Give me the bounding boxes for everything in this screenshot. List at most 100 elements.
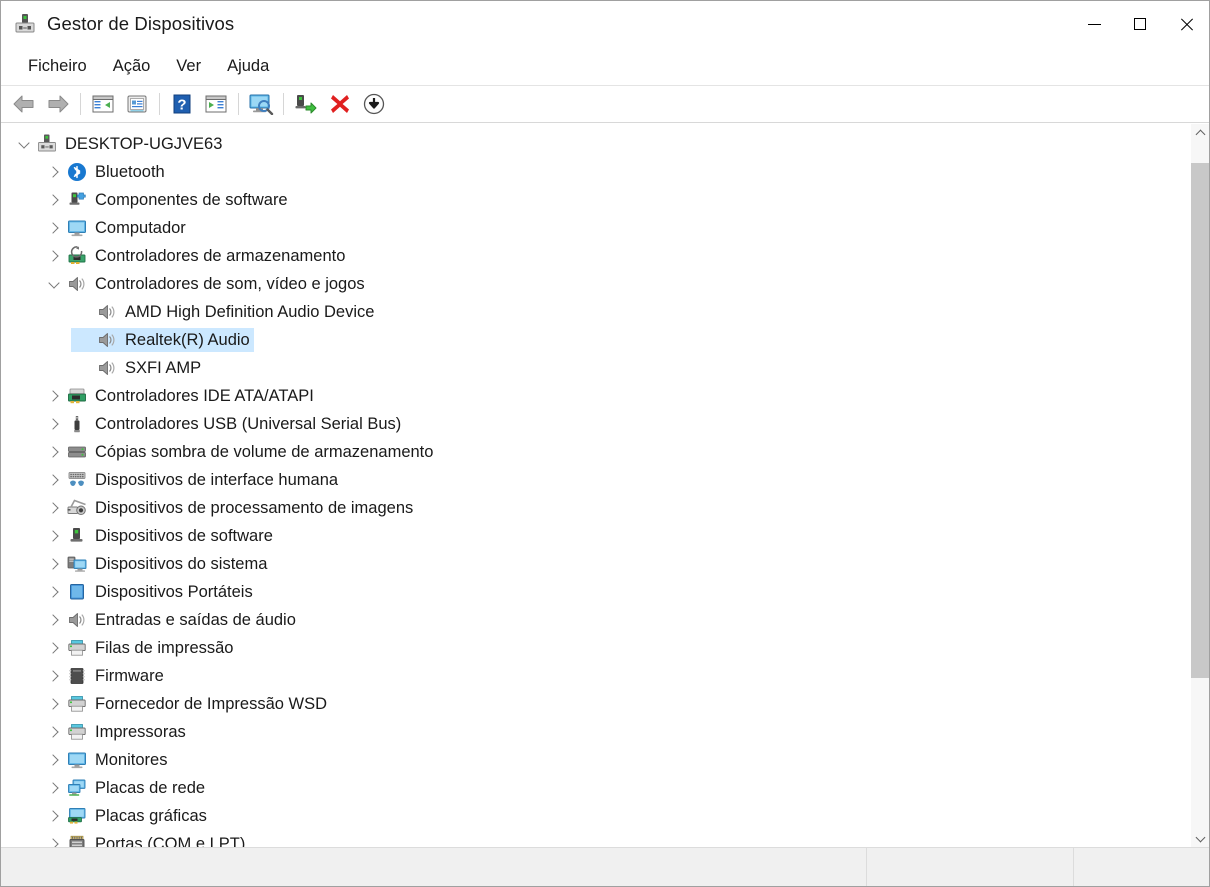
- expander-collapsed-8[interactable]: [41, 384, 67, 408]
- tree-row-9[interactable]: Controladores USB (Universal Serial Bus): [1, 410, 1190, 438]
- tree-row-inner[interactable]: DESKTOP-UGJVE63: [11, 132, 226, 156]
- tree-row-2[interactable]: Computador: [1, 214, 1190, 242]
- tree-row-inner[interactable]: Placas de rede: [41, 776, 209, 800]
- tree-row-root[interactable]: DESKTOP-UGJVE63: [1, 130, 1190, 158]
- tree-row-14[interactable]: Dispositivos do sistema: [1, 550, 1190, 578]
- menu-ficheiro[interactable]: Ficheiro: [15, 54, 100, 79]
- expander-collapsed-12[interactable]: [41, 496, 67, 520]
- tree-row-17[interactable]: Filas de impressão: [1, 634, 1190, 662]
- expander-collapsed-15[interactable]: [41, 580, 67, 604]
- tree-row-inner[interactable]: Dispositivos do sistema: [41, 552, 271, 576]
- tree-row-8[interactable]: Controladores IDE ATA/ATAPI: [1, 382, 1190, 410]
- tree-row-6[interactable]: Realtek(R) Audio: [1, 326, 1190, 354]
- tree-row-16[interactable]: Entradas e saídas de áudio: [1, 606, 1190, 634]
- expander-collapsed-18[interactable]: [41, 664, 67, 688]
- tree-row-5[interactable]: AMD High Definition Audio Device: [1, 298, 1190, 326]
- vertical-scrollbar[interactable]: [1190, 124, 1209, 847]
- tree-row-22[interactable]: Placas de rede: [1, 774, 1190, 802]
- expander-collapsed-1[interactable]: [41, 188, 67, 212]
- expander-collapsed-10[interactable]: [41, 440, 67, 464]
- expander-expanded-4[interactable]: [41, 272, 67, 296]
- expander-collapsed-0[interactable]: [41, 160, 67, 184]
- show-action-pane-button[interactable]: [199, 89, 233, 119]
- menu-acao[interactable]: Ação: [100, 54, 164, 79]
- expander-collapsed-14[interactable]: [41, 552, 67, 576]
- expander-down-root[interactable]: [11, 132, 37, 156]
- forward-button[interactable]: [41, 89, 75, 119]
- tree-row-inner[interactable]: Cópias sombra de volume de armazenamento: [41, 440, 437, 464]
- tree-row-inner[interactable]: Dispositivos de interface humana: [41, 468, 342, 492]
- tree-row-20[interactable]: Impressoras: [1, 718, 1190, 746]
- tree-row-inner[interactable]: Entradas e saídas de áudio: [41, 608, 300, 632]
- expander-collapsed-20[interactable]: [41, 720, 67, 744]
- tree-row-label: Monitores: [95, 752, 167, 769]
- tree-row-15[interactable]: Dispositivos Portáteis: [1, 578, 1190, 606]
- tree-row-inner[interactable]: Dispositivos de processamento de imagens: [41, 496, 417, 520]
- tree-row-18[interactable]: Firmware: [1, 662, 1190, 690]
- properties-button[interactable]: [120, 89, 154, 119]
- tree-row-inner[interactable]: SXFI AMP: [71, 356, 205, 380]
- tree-row-11[interactable]: Dispositivos de interface humana: [1, 466, 1190, 494]
- update-driver-button[interactable]: [289, 89, 323, 119]
- tree-row-10[interactable]: Cópias sombra de volume de armazenamento: [1, 438, 1190, 466]
- close-icon: [1179, 17, 1194, 32]
- menu-ajuda[interactable]: Ajuda: [214, 54, 282, 79]
- tree-row-13[interactable]: Dispositivos de software: [1, 522, 1190, 550]
- tree-row-inner[interactable]: Controladores USB (Universal Serial Bus): [41, 412, 405, 436]
- tree-row-23[interactable]: Placas gráficas: [1, 802, 1190, 830]
- tree-row-inner[interactable]: Impressoras: [41, 720, 190, 744]
- tree-row-0[interactable]: Bluetooth: [1, 158, 1190, 186]
- help-button[interactable]: ?: [165, 89, 199, 119]
- tree-row-19[interactable]: Fornecedor de Impressão WSD: [1, 690, 1190, 718]
- tree-row-inner[interactable]: Fornecedor de Impressão WSD: [41, 692, 331, 716]
- tree-row-inner[interactable]: Monitores: [41, 748, 171, 772]
- close-button[interactable]: [1163, 1, 1209, 47]
- tree-row-inner[interactable]: Bluetooth: [41, 160, 169, 184]
- expander-collapsed-9[interactable]: [41, 412, 67, 436]
- expander-collapsed-17[interactable]: [41, 636, 67, 660]
- tree-row-24[interactable]: Portas (COM e LPT): [1, 830, 1190, 847]
- device-tree[interactable]: DESKTOP-UGJVE63 Bluetooth Componentes de …: [1, 124, 1190, 847]
- disable-device-button[interactable]: [357, 89, 391, 119]
- tree-row-inner[interactable]: Controladores de armazenamento: [41, 244, 349, 268]
- maximize-button[interactable]: [1117, 1, 1163, 47]
- tree-row-inner[interactable]: Portas (COM e LPT): [41, 832, 249, 847]
- tree-row-inner[interactable]: Dispositivos Portáteis: [41, 580, 257, 604]
- tree-row-3[interactable]: Controladores de armazenamento: [1, 242, 1190, 270]
- scroll-up-button[interactable]: [1191, 124, 1209, 142]
- tree-row-inner[interactable]: AMD High Definition Audio Device: [71, 300, 378, 324]
- tree-row-inner[interactable]: Dispositivos de software: [41, 524, 277, 548]
- scan-hardware-changes-button[interactable]: [244, 89, 278, 119]
- menu-ver[interactable]: Ver: [163, 54, 214, 79]
- expander-collapsed-24[interactable]: [41, 832, 67, 847]
- expander-collapsed-2[interactable]: [41, 216, 67, 240]
- expander-collapsed-3[interactable]: [41, 244, 67, 268]
- minimize-button[interactable]: [1071, 1, 1117, 47]
- tree-row-inner[interactable]: Filas de impressão: [41, 636, 237, 660]
- tree-row-inner[interactable]: Placas gráficas: [41, 804, 211, 828]
- tree-row-inner[interactable]: Controladores IDE ATA/ATAPI: [41, 384, 318, 408]
- tree-row-21[interactable]: Monitores: [1, 746, 1190, 774]
- expander-collapsed-22[interactable]: [41, 776, 67, 800]
- uninstall-device-button[interactable]: [323, 89, 357, 119]
- tree-row-inner[interactable]: Controladores de som, vídeo e jogos: [41, 272, 369, 296]
- expander-collapsed-16[interactable]: [41, 608, 67, 632]
- tree-row-7[interactable]: SXFI AMP: [1, 354, 1190, 382]
- expander-collapsed-11[interactable]: [41, 468, 67, 492]
- expander-collapsed-13[interactable]: [41, 524, 67, 548]
- back-button[interactable]: [7, 89, 41, 119]
- scroll-down-button[interactable]: [1191, 829, 1209, 847]
- scrollbar-track[interactable]: [1191, 142, 1209, 829]
- tree-row-inner[interactable]: Firmware: [41, 664, 168, 688]
- tree-row-1[interactable]: Componentes de software: [1, 186, 1190, 214]
- tree-row-inner[interactable]: Componentes de software: [41, 188, 292, 212]
- expander-collapsed-19[interactable]: [41, 692, 67, 716]
- expander-collapsed-21[interactable]: [41, 748, 67, 772]
- show-hide-console-tree-button[interactable]: [86, 89, 120, 119]
- scrollbar-thumb[interactable]: [1191, 163, 1209, 678]
- tree-row-inner[interactable]: Computador: [41, 216, 190, 240]
- tree-row-12[interactable]: Dispositivos de processamento de imagens: [1, 494, 1190, 522]
- expander-collapsed-23[interactable]: [41, 804, 67, 828]
- tree-row-4[interactable]: Controladores de som, vídeo e jogos: [1, 270, 1190, 298]
- tree-row-inner[interactable]: Realtek(R) Audio: [71, 328, 254, 352]
